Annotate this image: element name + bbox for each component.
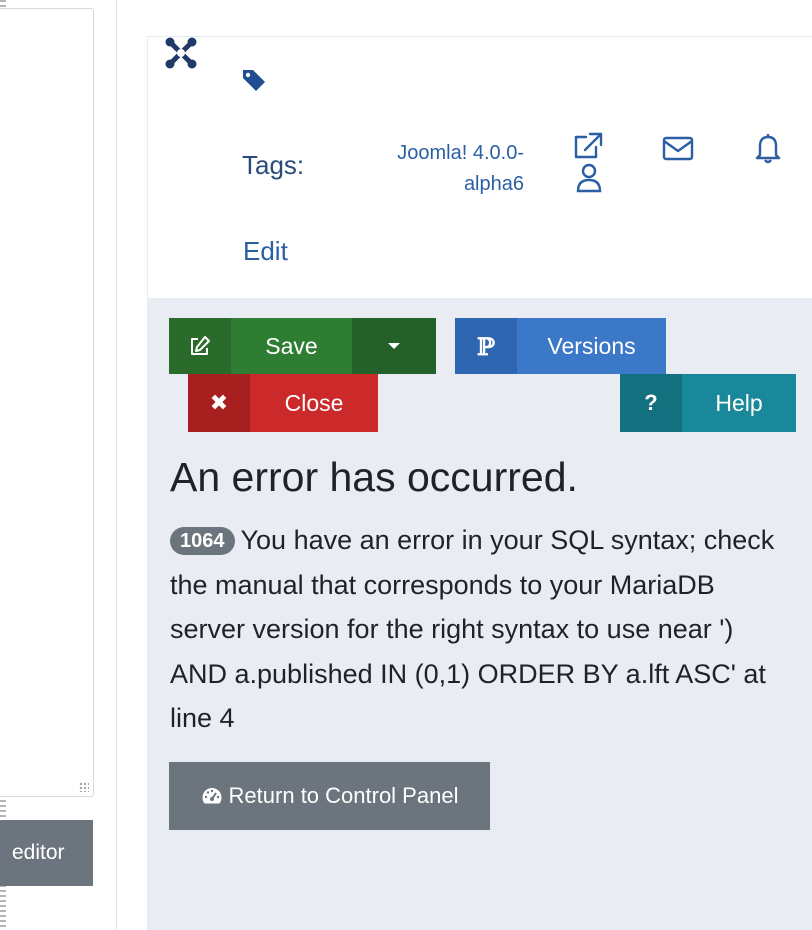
tag-icon bbox=[243, 70, 265, 91]
toggle-editor-button[interactable]: editor bbox=[0, 820, 93, 886]
return-button-label: Return to Control Panel bbox=[228, 783, 459, 808]
help-label: Help bbox=[715, 389, 763, 416]
mail-icon[interactable] bbox=[660, 134, 696, 164]
help-button[interactable]: ? Help bbox=[620, 374, 796, 432]
toggle-editor-label: editor bbox=[12, 841, 65, 864]
versions-label: Versions bbox=[547, 332, 636, 359]
caret-down-icon bbox=[388, 343, 400, 349]
tags-label: Tags: bbox=[242, 150, 305, 180]
save-button-group: Save bbox=[169, 318, 436, 374]
edit-icon bbox=[191, 336, 210, 355]
save-button-icon-area[interactable] bbox=[169, 318, 231, 374]
error-message-block: 1064 You have an error in your SQL syntax… bbox=[170, 518, 780, 741]
external-link-icon[interactable] bbox=[570, 131, 606, 161]
error-title: An error has occurred. bbox=[170, 454, 578, 500]
dashboard-icon bbox=[202, 788, 222, 804]
return-to-control-panel-button[interactable]: Return to Control Panel bbox=[169, 762, 490, 830]
joomla-version-link[interactable]: Joomla! 4.0.0- alpha6 bbox=[360, 138, 524, 200]
save-dropdown-toggle[interactable] bbox=[352, 318, 436, 374]
branch-icon: ℙ bbox=[455, 318, 517, 374]
help-icon: ? bbox=[620, 374, 682, 432]
version-line-2: alpha6 bbox=[463, 173, 524, 195]
versions-button[interactable]: ℙ Versions bbox=[455, 318, 666, 374]
bell-icon[interactable] bbox=[752, 131, 784, 165]
close-label: Close bbox=[284, 389, 344, 416]
close-button[interactable]: ✖ Close bbox=[188, 374, 378, 432]
version-line-1: Joomla! 4.0.0- bbox=[397, 142, 524, 164]
user-icon[interactable] bbox=[574, 162, 604, 194]
save-button[interactable]: Save bbox=[231, 318, 352, 374]
editor-textarea[interactable] bbox=[0, 8, 94, 797]
joomla-logo[interactable] bbox=[164, 36, 198, 70]
error-message: You have an error in your SQL syntax; ch… bbox=[170, 525, 775, 734]
edit-link[interactable]: Edit bbox=[243, 236, 288, 267]
error-code-badge: 1064 bbox=[170, 527, 235, 555]
close-icon: ✖ bbox=[188, 374, 250, 432]
resize-grip-icon[interactable] bbox=[79, 782, 89, 792]
